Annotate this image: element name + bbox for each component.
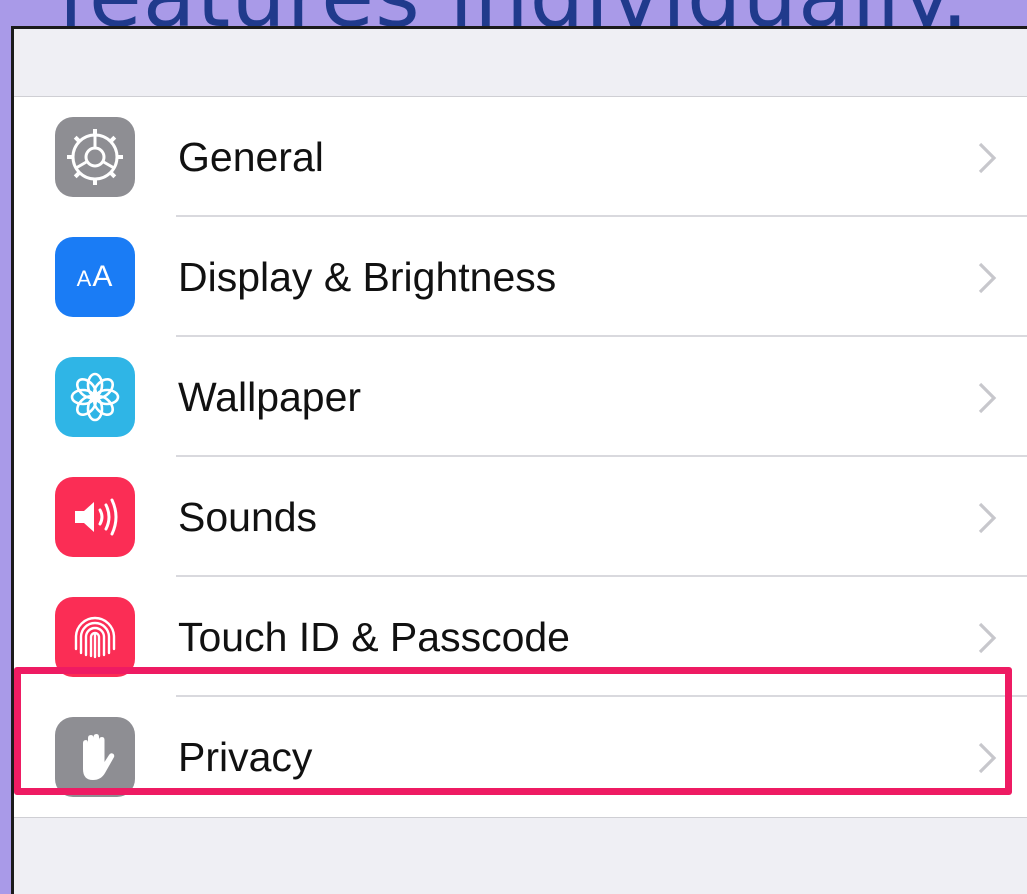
- settings-label-display-brightness: Display & Brightness: [178, 254, 557, 300]
- chevron-right-icon: [978, 622, 997, 654]
- chevron-right-icon: [978, 382, 997, 414]
- settings-label-general: General: [178, 134, 324, 180]
- fingerprint-icon: [55, 597, 135, 677]
- speaker-icon: [55, 477, 135, 557]
- settings-label-touch-id-passcode: Touch ID & Passcode: [178, 614, 570, 660]
- settings-group: General AA Display & Brightness Wallpape…: [14, 96, 1027, 818]
- settings-row-touch-id-passcode[interactable]: Touch ID & Passcode: [14, 577, 1027, 697]
- settings-label-sounds: Sounds: [178, 494, 318, 540]
- settings-row-wallpaper[interactable]: Wallpaper: [14, 337, 1027, 457]
- hand-icon: [55, 717, 135, 797]
- settings-screen: General AA Display & Brightness Wallpape…: [11, 26, 1027, 894]
- settings-label-privacy: Privacy: [178, 734, 313, 780]
- chevron-right-icon: [978, 742, 997, 774]
- text-size-icon: AA: [55, 237, 135, 317]
- text-size-glyph: AA: [76, 260, 114, 293]
- flower-icon: [55, 357, 135, 437]
- chevron-right-icon: [978, 142, 997, 174]
- settings-row-general[interactable]: General: [14, 97, 1027, 217]
- settings-row-privacy[interactable]: Privacy: [14, 697, 1027, 817]
- chevron-right-icon: [978, 502, 997, 534]
- settings-row-sounds[interactable]: Sounds: [14, 457, 1027, 577]
- gear-icon: [55, 117, 135, 197]
- chevron-right-icon: [978, 262, 997, 294]
- settings-label-wallpaper: Wallpaper: [178, 374, 362, 420]
- settings-row-display-brightness[interactable]: AA Display & Brightness: [14, 217, 1027, 337]
